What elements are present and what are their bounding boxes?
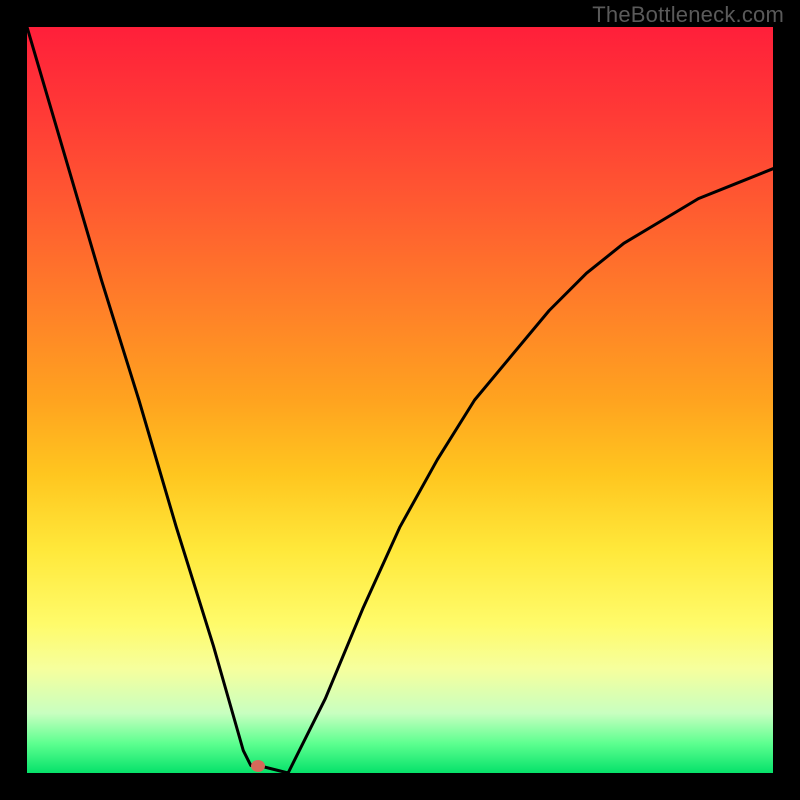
minimum-marker xyxy=(251,760,265,772)
chart-frame: TheBottleneck.com xyxy=(0,0,800,800)
bottleneck-curve xyxy=(27,27,773,773)
plot-area xyxy=(27,27,773,773)
watermark-text: TheBottleneck.com xyxy=(592,2,784,28)
